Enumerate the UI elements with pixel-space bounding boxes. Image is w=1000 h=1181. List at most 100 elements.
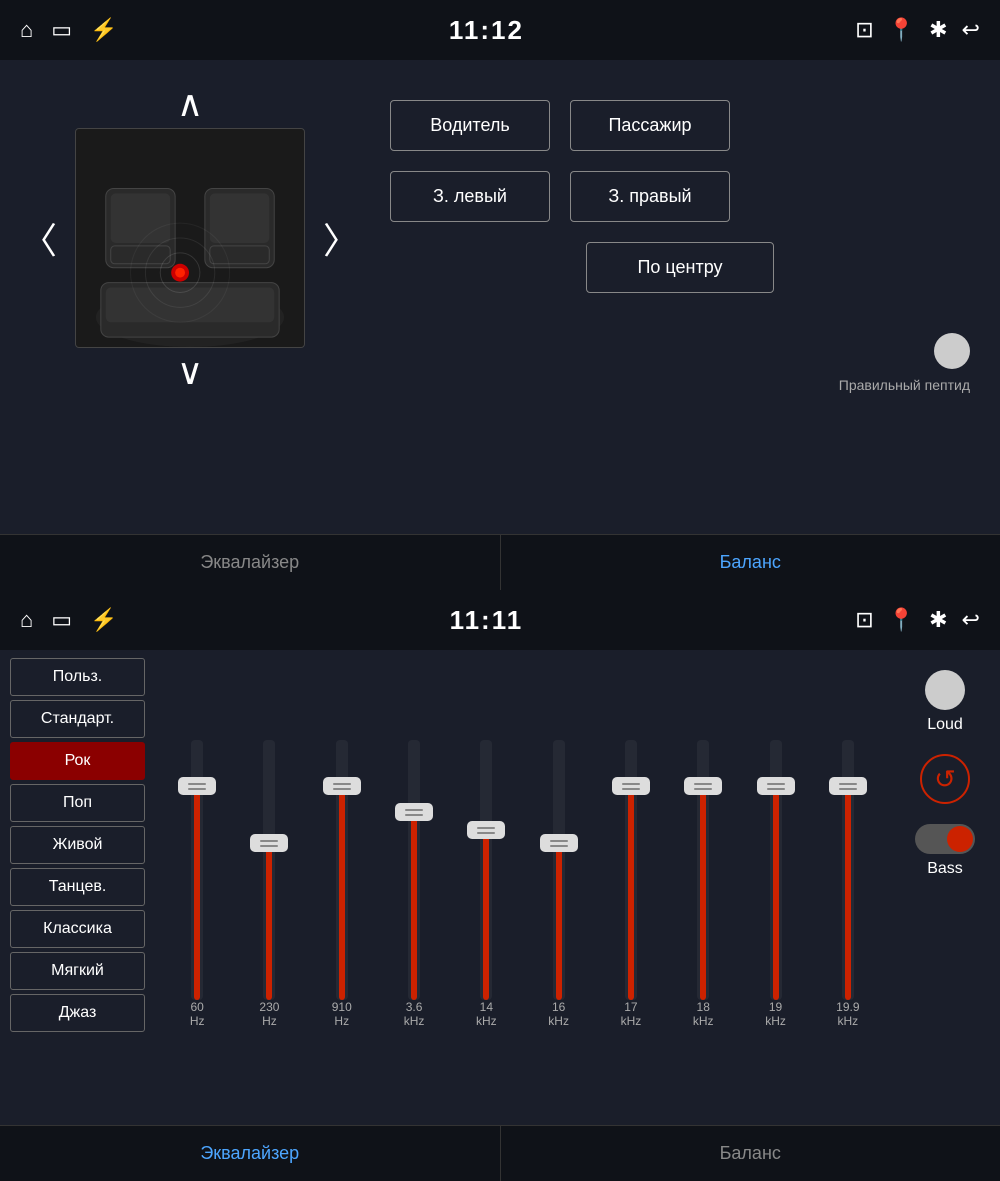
top-tab-bar: Эквалайзер Баланс <box>0 534 1000 590</box>
slider-handle-1[interactable] <box>250 834 288 852</box>
seat-section: ∧ 〈 <box>30 80 350 510</box>
slider-fill-3 <box>411 813 417 1000</box>
slider-track-0[interactable] <box>191 740 203 1000</box>
slider-col-4 <box>454 740 518 1000</box>
slider-handle-4[interactable] <box>467 821 505 839</box>
seat-buttons-section: Водитель Пассажир З. левый З. правый По … <box>390 80 970 510</box>
slider-handle-6[interactable] <box>612 777 650 795</box>
preset-item-6[interactable]: Классика <box>10 910 145 948</box>
preset-item-2[interactable]: Рок <box>10 742 145 780</box>
preset-item-8[interactable]: Джаз <box>10 994 145 1032</box>
home-icon-b[interactable]: ⌂ <box>20 607 33 633</box>
slider-handle-2[interactable] <box>323 777 361 795</box>
screen-icon[interactable]: ▭ <box>51 17 72 43</box>
slider-fill-1 <box>266 844 272 1000</box>
rear-left-button[interactable]: З. левый <box>390 171 550 222</box>
slider-handle-7[interactable] <box>684 777 722 795</box>
reset-button[interactable]: ↺ <box>920 754 970 804</box>
slider-handle-9[interactable] <box>829 777 867 795</box>
preset-item-1[interactable]: Стандарт. <box>10 700 145 738</box>
top-status-bar: ⌂ ▭ ⚡ 11:12 ⊡ 📍 ✱ ↩ <box>0 0 1000 60</box>
bluetooth-icon[interactable]: ✱ <box>929 17 947 43</box>
preset-item-5[interactable]: Танцев. <box>10 868 145 906</box>
freq-label-5: 16kHz <box>526 1000 590 1028</box>
freq-label-7: 18kHz <box>671 1000 735 1028</box>
bass-label: Bass <box>927 860 963 878</box>
bass-toggle[interactable] <box>915 824 975 854</box>
location-icon-b[interactable]: 📍 <box>888 607 915 633</box>
slider-track-5[interactable] <box>553 740 565 1000</box>
slider-col-6 <box>599 740 663 1000</box>
slider-track-8[interactable] <box>770 740 782 1000</box>
slider-handle-5[interactable] <box>540 834 578 852</box>
slider-handle-3[interactable] <box>395 803 433 821</box>
slider-track-3[interactable] <box>408 740 420 1000</box>
back-icon[interactable]: ↩ <box>962 17 980 43</box>
slider-track-7[interactable] <box>697 740 709 1000</box>
slider-track-9[interactable] <box>842 740 854 1000</box>
top-left-icons: ⌂ ▭ ⚡ <box>20 17 118 43</box>
tab-balance-top[interactable]: Баланс <box>501 535 1000 590</box>
slider-col-3 <box>382 740 446 1000</box>
tab-equalizer-top[interactable]: Эквалайзер <box>0 535 501 590</box>
slider-col-5 <box>526 740 590 1000</box>
slider-track-2[interactable] <box>336 740 348 1000</box>
slider-col-9 <box>816 740 880 1000</box>
eq-content: Польз. Стандарт. Рок Поп Живой Танцев. Классик… <box>0 650 1000 1130</box>
tab-equalizer-bottom[interactable]: Эквалайзер <box>0 1126 501 1181</box>
arrow-right-button[interactable]: 〉 <box>315 212 367 264</box>
top-panel: ⌂ ▭ ⚡ 11:12 ⊡ 📍 ✱ ↩ ∧ 〈 <box>0 0 1000 590</box>
preset-item-3[interactable]: Поп <box>10 784 145 822</box>
slider-fill-6 <box>628 787 634 1000</box>
bottom-panel: ⌂ ▭ ⚡ 11:11 ⊡ 📍 ✱ ↩ Польз.Стандарт.РокПо… <box>0 590 1000 1181</box>
loud-label: Loud <box>927 716 963 734</box>
freq-label-4: 14kHz <box>454 1000 518 1028</box>
freq-label-9: 19.9kHz <box>816 1000 880 1028</box>
tab-balance-bottom[interactable]: Баланс <box>501 1126 1000 1181</box>
home-icon[interactable]: ⌂ <box>20 17 33 43</box>
slider-track-1[interactable] <box>263 740 275 1000</box>
bass-section: Bass <box>915 824 975 878</box>
slider-col-2 <box>310 740 374 1000</box>
passenger-button[interactable]: Пассажир <box>570 100 730 151</box>
slider-fill-5 <box>556 844 562 1000</box>
back-icon-b[interactable]: ↩ <box>962 607 980 633</box>
loud-toggle[interactable] <box>925 670 965 710</box>
bottom-time: 11:11 <box>450 605 524 636</box>
bottom-tab-bar: Эквалайзер Баланс <box>0 1125 1000 1181</box>
driver-button[interactable]: Водитель <box>390 100 550 151</box>
arrow-down-button[interactable]: ∨ <box>157 348 223 396</box>
slider-fill-0 <box>194 787 200 1000</box>
screen-icon-b[interactable]: ▭ <box>51 607 72 633</box>
bottom-right-icons: ⊡ 📍 ✱ ↩ <box>855 607 980 633</box>
cast-icon[interactable]: ⊡ <box>855 17 873 43</box>
usb-icon[interactable]: ⚡ <box>90 17 117 43</box>
loud-section: Loud <box>925 670 965 734</box>
slider-handle-8[interactable] <box>757 777 795 795</box>
cast-icon-b[interactable]: ⊡ <box>855 607 873 633</box>
preset-item-7[interactable]: Мягкий <box>10 952 145 990</box>
slider-handle-0[interactable] <box>178 777 216 795</box>
arrow-up-button[interactable]: ∧ <box>157 80 223 128</box>
preset-item-4[interactable]: Живой <box>10 826 145 864</box>
arrow-left-button[interactable]: 〈 <box>13 212 65 264</box>
slider-track-6[interactable] <box>625 740 637 1000</box>
seat-mid-row: З. левый З. правый <box>390 171 970 222</box>
slider-fill-8 <box>773 787 779 1000</box>
bottom-left-icons: ⌂ ▭ ⚡ <box>20 607 118 633</box>
toggle-section: Правильный пептид <box>390 333 970 393</box>
preset-item-0[interactable]: Польз. <box>10 658 145 696</box>
seat-nav: 〈 <box>13 128 367 348</box>
center-button[interactable]: По центру <box>586 242 773 293</box>
freq-label-1: 230Hz <box>237 1000 301 1028</box>
bluetooth-icon-b[interactable]: ✱ <box>929 607 947 633</box>
location-icon[interactable]: 📍 <box>888 17 915 43</box>
top-time: 11:12 <box>449 15 524 46</box>
freq-labels: 60Hz230Hz910Hz3.6kHz14kHz16kHz17kHz18kHz… <box>165 1000 880 1028</box>
slider-track-4[interactable] <box>480 740 492 1000</box>
usb-icon-b[interactable]: ⚡ <box>90 607 117 633</box>
rear-right-button[interactable]: З. правый <box>570 171 730 222</box>
toggle-circle[interactable] <box>934 333 970 369</box>
bass-toggle-knob <box>947 826 973 852</box>
slider-fill-4 <box>483 831 489 1000</box>
